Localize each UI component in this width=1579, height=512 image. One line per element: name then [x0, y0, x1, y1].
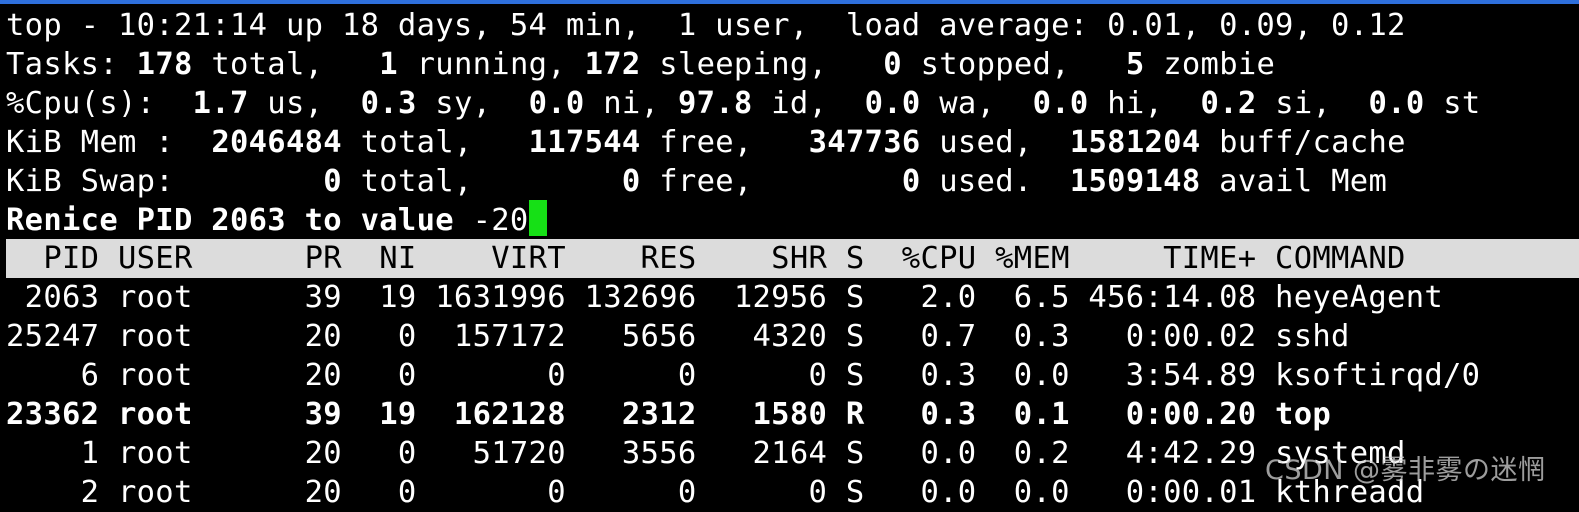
process-row-top: 23362 root 39 19 162128 2312 1580 R 0.3 … [6, 397, 1332, 432]
mem-line: KiB Mem : 2046484 total, 117544 free, 34… [6, 125, 1406, 160]
renice-prompt[interactable]: Renice PID 2063 to value -20 [6, 200, 547, 239]
text-cursor [528, 200, 547, 236]
renice-input[interactable]: -20 [473, 203, 529, 238]
process-row: 6 root 20 0 0 0 0 S 0.3 0.0 3:54.89 ksof… [6, 358, 1481, 393]
renice-prompt-label: Renice PID 2063 to value [6, 203, 473, 238]
swap-line: KiB Swap: 0 total, 0 free, 0 used. 15091… [6, 164, 1388, 199]
process-row: 1 root 20 0 51720 3556 2164 S 0.0 0.2 4:… [6, 436, 1406, 471]
watermark: CSDN @雾非雾の迷惘 [1265, 455, 1546, 486]
column-header: PID USER PR NI VIRT RES SHR S %CPU %MEM … [6, 241, 1406, 276]
window-top-accent [0, 0, 1579, 4]
process-row: 25247 root 20 0 157172 5656 4320 S 0.7 0… [6, 319, 1350, 354]
cpu-line: %Cpu(s): 1.7 us, 0.3 sy, 0.0 ni, 97.8 id… [6, 86, 1481, 121]
process-row: 2 root 20 0 0 0 0 S 0.0 0.0 0:00.01 kthr… [6, 475, 1425, 510]
uptime-line: top - 10:21:14 up 18 days, 54 min, 1 use… [6, 8, 1406, 43]
process-row: 2063 root 39 19 1631996 132696 12956 S 2… [6, 280, 1444, 315]
tasks-line: Tasks: 178 total, 1 running, 172 sleepin… [6, 47, 1276, 82]
